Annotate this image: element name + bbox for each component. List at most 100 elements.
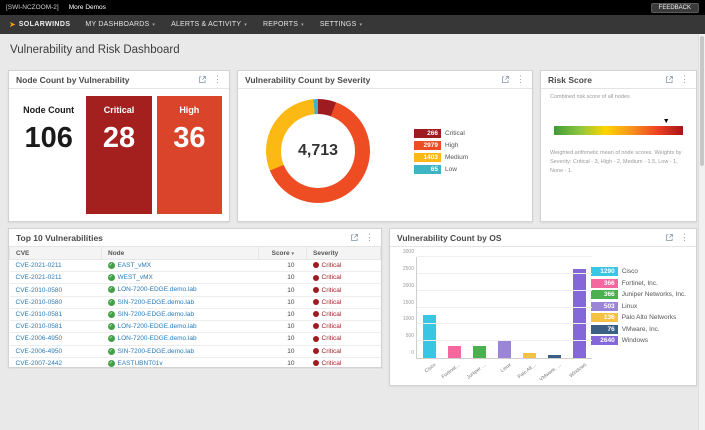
- cve-link[interactable]: CVE-2006-4950: [16, 348, 63, 355]
- vuln-tile-critical[interactable]: Critical 28: [86, 96, 152, 214]
- column-header-node[interactable]: Node: [101, 247, 259, 260]
- cve-cell: CVE-2006-4950: [9, 332, 102, 346]
- cve-link[interactable]: CVE-2006-4950: [16, 335, 63, 342]
- export-icon[interactable]: [198, 75, 207, 84]
- node-link[interactable]: SIN-7200-EDGE.demo.lab: [118, 311, 195, 318]
- gridline: [417, 306, 592, 308]
- kebab-menu-icon[interactable]: ⋮: [213, 75, 222, 84]
- legend-label: Medium: [445, 153, 469, 161]
- node-link[interactable]: SIN-7200-EDGE.demo.lab: [118, 299, 195, 306]
- vertical-scrollbar[interactable]: [698, 34, 705, 430]
- legend-swatch: 1290: [590, 267, 618, 276]
- severity-label: Critical: [321, 310, 342, 318]
- export-icon[interactable]: [501, 75, 510, 84]
- node-link[interactable]: EAST_vMX: [118, 262, 152, 269]
- legend-label: Cisco: [621, 268, 638, 275]
- legend-label: High: [445, 141, 459, 149]
- scrollbar-thumb[interactable]: [700, 36, 704, 166]
- cve-cell: CVE-2010-0580: [9, 296, 102, 309]
- severity-card-body: 4,713 266 Critical 2979 High 1403 Medium 65 Low: [238, 89, 532, 213]
- bar-vmware-inc[interactable]: [548, 355, 561, 358]
- column-header-cve[interactable]: CVE: [9, 247, 102, 260]
- risk-gradient-bar: [554, 126, 683, 135]
- cve-link[interactable]: CVE-2010-0581: [16, 323, 63, 330]
- node-link[interactable]: WEST_vMX: [118, 274, 153, 281]
- node-cell: ✓ LON-7200-EDGE.demo.lab: [101, 332, 259, 346]
- column-header-severity[interactable]: Severity: [306, 247, 381, 260]
- severity-dot-icon: [312, 347, 319, 354]
- cve-link[interactable]: CVE-2007-2442: [16, 360, 63, 367]
- brand-logo[interactable]: ➤ SOLARWINDS: [9, 20, 70, 29]
- severity-label: Critical: [321, 274, 342, 282]
- severity-cell: Critical: [306, 271, 381, 285]
- nav-item-label: SETTINGS: [319, 21, 357, 28]
- kebab-menu-icon[interactable]: ⋮: [680, 233, 689, 242]
- bar-cisco[interactable]: [423, 314, 436, 358]
- node-link[interactable]: SIN-7200-EDGE.demo.lab: [118, 348, 195, 355]
- cve-link[interactable]: CVE-2021-0211: [16, 274, 62, 281]
- severity-cell: Critical: [306, 357, 381, 370]
- score-cell: 10: [258, 271, 307, 285]
- cve-link[interactable]: CVE-2010-0581: [16, 311, 63, 318]
- node-count-tiles: Node Count 106 Critical 28 High 36: [9, 89, 229, 221]
- kebab-menu-icon[interactable]: ⋮: [365, 233, 374, 242]
- os-card-body: 0 500 1000 1500 2000 2500 3000 Cisco Fortinet… J…: [390, 247, 696, 389]
- nav-item-alerts-activity[interactable]: ALERTS & ACTIVITY ▾: [171, 21, 247, 28]
- kebab-menu-icon[interactable]: ⋮: [516, 75, 525, 84]
- os-legend-item: 76 VMware, Inc.: [590, 324, 686, 334]
- card-title: Node Count by Vulnerability: [16, 74, 130, 85]
- bar-linux[interactable]: [498, 341, 511, 358]
- legend-label: Critical: [445, 129, 465, 137]
- severity-label: Critical: [321, 286, 342, 294]
- severity-cell: Critical: [306, 332, 381, 346]
- legend-label: Windows: [621, 337, 649, 344]
- node-link[interactable]: LON-7200-EDGE.demo.lab: [118, 287, 197, 294]
- x-label-slot: Linux: [497, 361, 512, 383]
- bar-juniper-networks-inc[interactable]: [473, 345, 486, 358]
- card-title: Vulnerability Count by Severity: [245, 74, 371, 85]
- severity-dot-icon: [312, 274, 319, 281]
- vuln-tile-node-count[interactable]: Node Count 106: [16, 96, 82, 214]
- cve-link[interactable]: CVE-2021-0211: [16, 262, 62, 269]
- card-actions: ⋮: [501, 75, 525, 84]
- nav-items: MY DASHBOARDS ▾ ALERTS & ACTIVITY ▾ REPORTS ▾…: [85, 21, 362, 28]
- node-up-icon: ✓: [107, 335, 115, 343]
- feedback-button[interactable]: FEEDBACK: [650, 2, 699, 13]
- column-header-score[interactable]: Score ▾: [258, 247, 307, 260]
- main-navbar: ➤ SOLARWINDS MY DASHBOARDS ▾ ALERTS & ACTI…: [0, 15, 705, 34]
- score-cell: 10: [258, 345, 307, 358]
- severity-legend: 266 Critical 2979 High 1403 Medium 65 Low: [414, 128, 469, 174]
- node-link[interactable]: LON-7200-EDGE.demo.lab: [118, 336, 197, 343]
- cve-cell: CVE-2007-2442: [9, 357, 102, 370]
- legend-label: Palo Alto Networks: [621, 314, 677, 321]
- cve-cell: CVE-2010-0581: [9, 320, 102, 334]
- export-icon[interactable]: [665, 75, 674, 84]
- more-demos-link[interactable]: More Demos: [69, 4, 106, 11]
- nav-item-my-dashboards[interactable]: MY DASHBOARDS ▾: [85, 21, 155, 28]
- severity-cell: Critical: [306, 308, 381, 322]
- export-icon[interactable]: [665, 233, 674, 242]
- bar-fortinet-inc[interactable]: [448, 345, 461, 358]
- card-actions: ⋮: [665, 75, 689, 84]
- bar-windows[interactable]: [573, 269, 586, 358]
- nav-item-reports[interactable]: REPORTS ▾: [263, 21, 304, 28]
- cve-link[interactable]: CVE-2010-0580: [16, 287, 63, 294]
- kebab-menu-icon[interactable]: ⋮: [680, 75, 689, 84]
- node-cell: ✓ SIN-7200-EDGE.demo.lab: [101, 308, 259, 322]
- page-title: Vulnerability and Risk Dashboard: [10, 44, 180, 56]
- export-icon[interactable]: [350, 233, 359, 242]
- nav-item-settings[interactable]: SETTINGS ▾: [320, 21, 362, 28]
- legend-swatch: 1403: [414, 152, 441, 162]
- vuln-tile-high[interactable]: High 36: [156, 96, 222, 214]
- os-bar-chart: 0 500 1000 1500 2000 2500 3000 Cisco Fortinet… J…: [403, 249, 592, 385]
- node-link[interactable]: EASTUBNT01v: [118, 360, 163, 367]
- bar-palo-alto-networks[interactable]: [523, 353, 536, 358]
- severity-cell: Critical: [306, 283, 381, 297]
- cve-cell: CVE-2006-4950: [9, 345, 102, 358]
- cve-link[interactable]: CVE-2010-0580: [16, 299, 63, 306]
- node-link[interactable]: LON-7200-EDGE.demo.lab: [118, 323, 197, 330]
- gridline: [417, 323, 592, 325]
- os-count-card: Vulnerability Count by OS ⋮ 0 500 1000 1500…: [389, 228, 697, 386]
- node-up-icon: ✓: [107, 359, 115, 367]
- donut-total-value: 4,713: [281, 114, 355, 188]
